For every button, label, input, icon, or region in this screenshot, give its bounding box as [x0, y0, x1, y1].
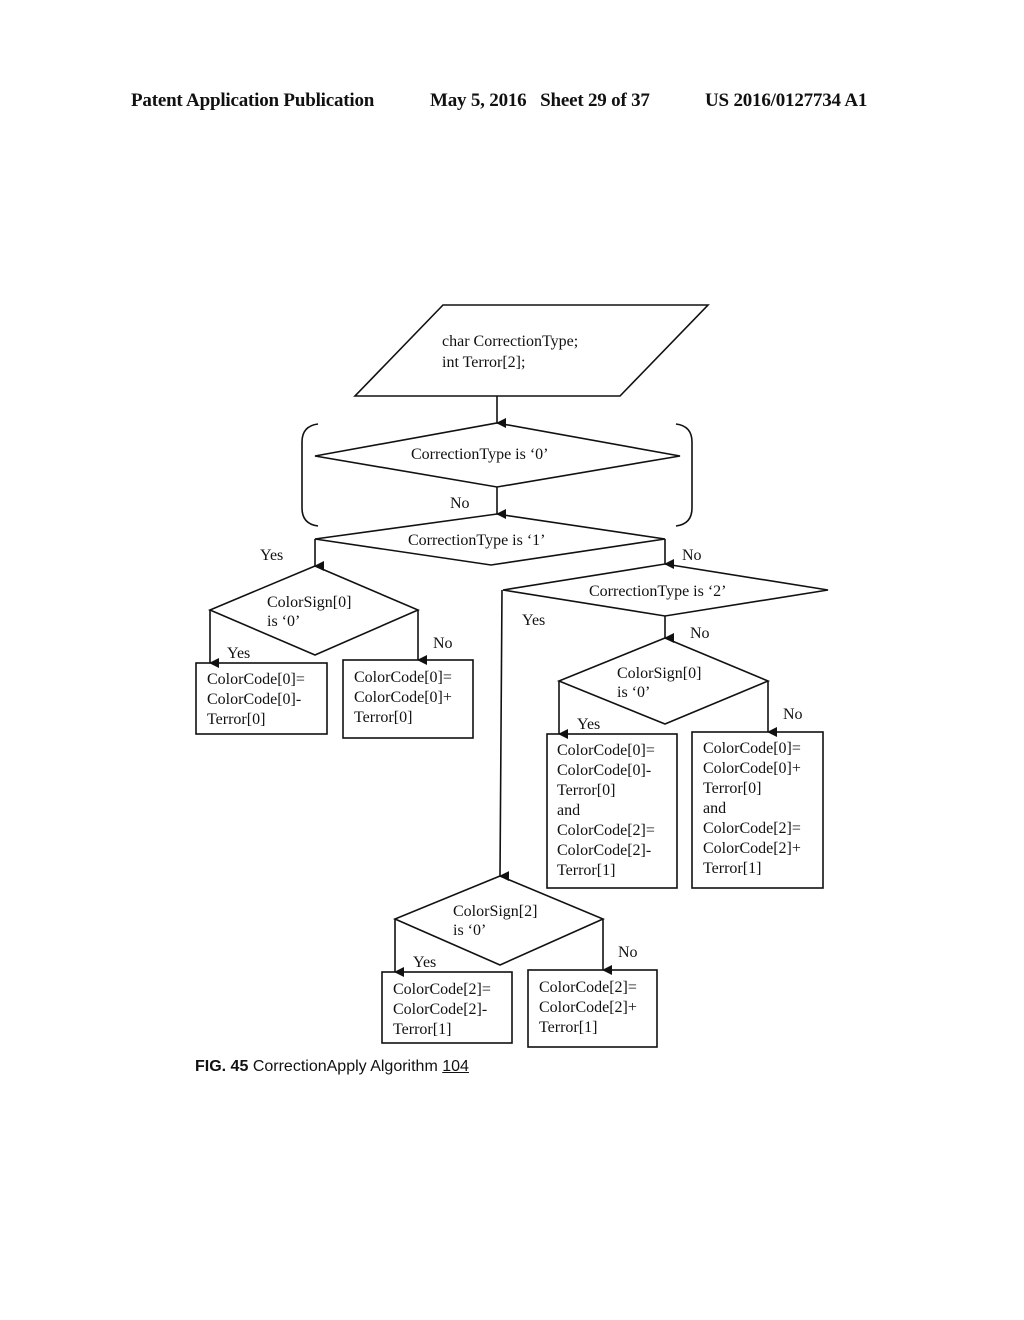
decision-colorsign2: ColorSign[2] is ‘0’ — [392, 875, 606, 966]
decision-correction-type-2: CorrectionType is ‘2’ — [502, 563, 829, 617]
label-no-type1: No — [682, 547, 702, 564]
figure-reference: 104 — [442, 1058, 469, 1075]
decision-type1-text: CorrectionType is ‘1’ — [408, 532, 546, 549]
decision-type2-text: CorrectionType is ‘2’ — [589, 583, 727, 600]
label-no-cs0-right: No — [783, 706, 803, 723]
cs0-left-line2: is ‘0’ — [267, 613, 300, 630]
arrow-type2-yes — [499, 589, 510, 882]
decision-type0-text: CorrectionType is ‘0’ — [411, 446, 549, 463]
box-line: ColorCode[2]+ — [703, 840, 801, 857]
box-line: Terror[1] — [703, 860, 761, 877]
label-no-cs0-left: No — [433, 635, 453, 652]
label-no-type0: No — [450, 495, 470, 512]
box-line: and — [557, 802, 580, 819]
label-yes-type2: Yes — [522, 612, 545, 629]
label-yes-cs2: Yes — [413, 954, 436, 971]
process-box-cs0-left-yes: ColorCode[0]= ColorCode[0]- Terror[0] — [195, 662, 328, 735]
box-line: ColorCode[2]= — [703, 820, 801, 837]
box-line: ColorCode[2]= — [539, 979, 637, 996]
figure-title: CorrectionApply Algorithm — [252, 1058, 438, 1075]
label-yes-cs0-right: Yes — [577, 716, 600, 733]
box-line: Terror[1] — [393, 1021, 451, 1038]
figure-caption: FIG. 45 CorrectionApply Algorithm 104 — [195, 1058, 469, 1076]
cs2-line1: ColorSign[2] — [453, 903, 537, 920]
cs0-right-line1: ColorSign[0] — [617, 665, 701, 682]
figure-number: FIG. 45 — [195, 1058, 249, 1075]
process-box-cs2-no: ColorCode[2]= ColorCode[2]+ Terror[1] — [527, 969, 658, 1048]
box-line: ColorCode[0]= — [557, 742, 655, 759]
box-line: Terror[1] — [557, 862, 615, 879]
box-line: ColorCode[0]- — [207, 691, 301, 708]
label-no-type2: No — [690, 625, 710, 642]
box-line: ColorCode[2]+ — [539, 999, 637, 1016]
box-line: and — [703, 800, 726, 817]
box-line: ColorCode[2]- — [557, 842, 651, 859]
box-line: Terror[0] — [207, 711, 265, 728]
label-yes-type1: Yes — [260, 547, 283, 564]
process-box-cs0-right-yes: ColorCode[0]= ColorCode[0]- Terror[0] an… — [546, 733, 678, 889]
label-yes-cs0-left: Yes — [227, 645, 250, 662]
input-line-2: int Terror[2]; — [442, 354, 525, 371]
box-line: ColorCode[0]= — [207, 671, 305, 688]
box-line: ColorCode[0]= — [354, 669, 452, 686]
cs2-line2: is ‘0’ — [453, 922, 486, 939]
input-parallelogram: char CorrectionType; int Terror[2]; — [353, 304, 710, 397]
box-line: ColorCode[0]+ — [703, 760, 801, 777]
bracket-right — [675, 423, 693, 527]
decision-correction-type-1: CorrectionType is ‘1’ — [314, 513, 666, 566]
box-line: ColorCode[0]= — [703, 740, 801, 757]
box-line: Terror[0] — [703, 780, 761, 797]
box-line: Terror[0] — [557, 782, 615, 799]
box-line: ColorCode[0]- — [557, 762, 651, 779]
box-line: ColorCode[2]= — [393, 981, 491, 998]
process-box-cs2-yes: ColorCode[2]= ColorCode[2]- Terror[1] — [381, 971, 513, 1044]
cs0-right-line2: is ‘0’ — [617, 684, 650, 701]
decision-correction-type-0: CorrectionType is ‘0’ — [314, 422, 681, 488]
process-box-cs0-right-no: ColorCode[0]= ColorCode[0]+ Terror[0] an… — [691, 731, 824, 889]
bracket-left — [301, 423, 319, 527]
box-line: ColorCode[0]+ — [354, 689, 452, 706]
process-box-cs0-left-no: ColorCode[0]= ColorCode[0]+ Terror[0] — [342, 659, 474, 739]
decision-colorsign0-right: ColorSign[0] is ‘0’ — [556, 637, 771, 725]
box-line: ColorCode[2]= — [557, 822, 655, 839]
box-line: Terror[0] — [354, 709, 412, 726]
flowchart: char CorrectionType; int Terror[2]; Corr… — [195, 304, 829, 1048]
decision-colorsign0-left: ColorSign[0] is ‘0’ — [207, 565, 421, 656]
label-no-cs2: No — [618, 944, 638, 961]
box-line: ColorCode[2]- — [393, 1001, 487, 1018]
cs0-left-line1: ColorSign[0] — [267, 594, 351, 611]
input-line-1: char CorrectionType; — [442, 333, 578, 350]
box-line: Terror[1] — [539, 1019, 597, 1036]
